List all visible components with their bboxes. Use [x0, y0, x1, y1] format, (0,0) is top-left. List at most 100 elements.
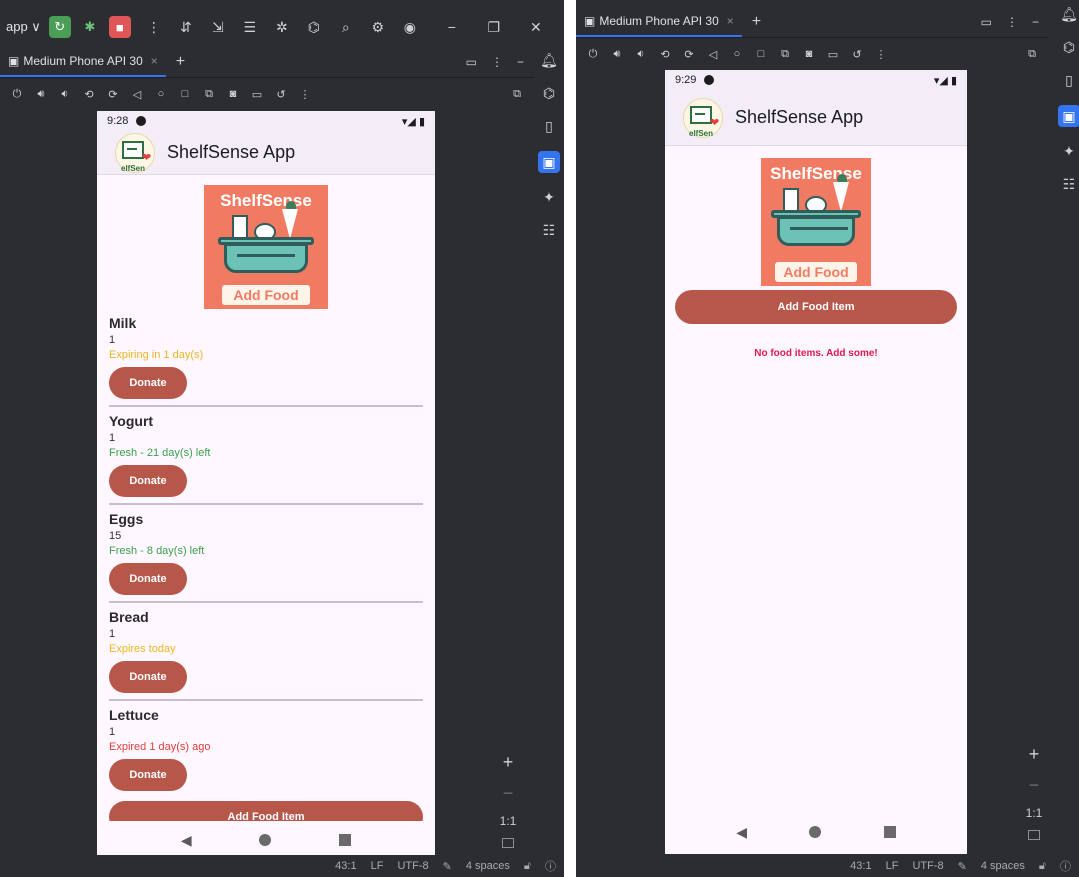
gradle-icon[interactable]: ⌬ [1063, 39, 1075, 56]
indent-setting[interactable]: 4 spaces [981, 860, 1025, 872]
apply-code-icon[interactable]: ⇲ [209, 19, 227, 36]
power-icon[interactable]: ⏻ [10, 88, 24, 101]
rotate-right-icon[interactable]: ⟳ [682, 48, 696, 61]
options-icon[interactable]: ⋮ [1006, 15, 1018, 29]
settings-icon[interactable]: ⚙ [369, 19, 387, 36]
back-icon[interactable]: ◁ [130, 88, 144, 101]
add-tab-icon[interactable]: + [752, 13, 761, 31]
hide-icon[interactable]: − [1032, 15, 1039, 29]
run-config-selector[interactable]: app ∨ [6, 19, 41, 35]
bug-icon[interactable]: ✲ [273, 19, 291, 36]
back-icon[interactable]: ◁ [706, 48, 720, 61]
donate-button[interactable]: Donate [109, 367, 187, 399]
cursor-position[interactable]: 43:1 [335, 860, 356, 872]
close-tab-icon[interactable]: × [727, 14, 734, 28]
stop-icon[interactable]: ■ [108, 16, 131, 38]
device-icon[interactable]: ⌬ [305, 19, 323, 36]
home-icon[interactable]: ○ [154, 88, 168, 100]
file-encoding[interactable]: UTF-8 [912, 860, 943, 872]
device-frame-icon[interactable]: ⧉ [1025, 48, 1039, 61]
edit-icon[interactable]: ✎ [958, 860, 967, 873]
gemini-icon[interactable]: ✦ [1063, 143, 1075, 160]
file-encoding[interactable]: UTF-8 [397, 860, 428, 872]
undo-icon[interactable]: ↺ [274, 88, 288, 101]
tab-medium-phone[interactable]: ▣ Medium Phone API 30 × [576, 6, 742, 37]
rotate-right-icon[interactable]: ⟳ [106, 88, 120, 101]
donate-button[interactable]: Donate [109, 563, 187, 595]
zoom-in-button[interactable]: + [1029, 744, 1040, 765]
gradle-icon[interactable]: ⌬ [543, 85, 555, 102]
device-manager-icon[interactable]: ▯ [545, 118, 553, 135]
undo-icon[interactable]: ↺ [850, 48, 864, 61]
search-icon[interactable]: ⌕ [337, 19, 355, 36]
edit-icon[interactable]: ✎ [443, 860, 452, 873]
fold-icon[interactable]: ⧉ [202, 88, 216, 101]
structure-icon[interactable]: ☷ [543, 222, 556, 239]
add-food-image-button[interactable]: ShelfSense Add Food [204, 185, 328, 309]
volume-down-icon[interactable]: 🔉︎ [58, 88, 72, 101]
device-frame-icon[interactable]: ⧉ [510, 88, 524, 101]
account-icon[interactable]: ◉ [401, 19, 419, 36]
rotate-left-icon[interactable]: ⟲ [658, 48, 672, 61]
fold-icon[interactable]: ⧉ [778, 48, 792, 61]
options-icon[interactable]: ⋮ [491, 55, 503, 69]
device-manager-icon[interactable]: ▯ [1065, 72, 1073, 89]
apply-changes-icon[interactable]: ⇵ [177, 19, 195, 36]
volume-up-icon[interactable]: 🔊︎ [34, 88, 48, 101]
line-separator[interactable]: LF [886, 860, 899, 872]
overview-icon[interactable]: □ [754, 48, 768, 60]
close-tab-icon[interactable]: × [151, 54, 158, 68]
info-icon[interactable]: ⓘ [1060, 858, 1071, 874]
fit-screen-icon[interactable] [502, 838, 514, 848]
window-icon[interactable]: ▭ [466, 55, 477, 69]
notifications-icon[interactable]: 🔔︎ [1060, 6, 1078, 23]
tab-medium-phone[interactable]: ▣ Medium Phone API 30 × [0, 46, 166, 77]
add-tab-icon[interactable]: + [176, 53, 185, 71]
zoom-out-button[interactable]: − [1029, 775, 1040, 796]
donate-button[interactable]: Donate [109, 759, 187, 791]
more-controls-icon[interactable]: ⋮ [298, 88, 312, 101]
nav-recents-icon[interactable] [339, 834, 352, 846]
zoom-ratio-button[interactable]: 1:1 [500, 814, 517, 828]
indent-setting[interactable]: 4 spaces [466, 860, 510, 872]
volume-up-icon[interactable]: 🔊︎ [610, 48, 624, 61]
line-separator[interactable]: LF [371, 860, 384, 872]
info-icon[interactable]: ⓘ [545, 858, 556, 874]
close-window-icon[interactable]: ✕ [527, 19, 545, 36]
camera-icon[interactable]: ◙ [226, 88, 240, 100]
more-icon[interactable]: ⋮ [145, 19, 163, 36]
power-icon[interactable]: ⏻ [586, 48, 600, 61]
running-devices-icon[interactable]: ▣ [1058, 105, 1079, 127]
add-food-item-button[interactable]: Add Food Item [675, 290, 957, 324]
layout-icon[interactable]: ☰ [241, 19, 259, 36]
nav-recents-icon[interactable] [883, 826, 896, 838]
donate-button[interactable]: Donate [109, 465, 187, 497]
rerun-icon[interactable]: ↻ [48, 16, 71, 38]
nav-home-icon[interactable] [259, 834, 272, 846]
record-icon[interactable]: ▭ [826, 48, 840, 61]
nav-home-icon[interactable] [809, 826, 822, 838]
fit-screen-icon[interactable] [1028, 830, 1040, 840]
volume-down-icon[interactable]: 🔉︎ [634, 48, 648, 61]
nav-back-icon[interactable]: ◀ [736, 824, 747, 841]
overview-icon[interactable]: □ [178, 88, 192, 100]
add-food-image-button[interactable]: ShelfSense Add Food [761, 158, 871, 286]
notifications-icon[interactable]: 🔔︎ [540, 52, 558, 69]
camera-icon[interactable]: ◙ [802, 48, 816, 60]
nav-back-icon[interactable]: ◀ [181, 832, 192, 849]
rotate-left-icon[interactable]: ⟲ [82, 88, 96, 101]
zoom-out-button[interactable]: − [503, 783, 514, 804]
home-icon[interactable]: ○ [730, 48, 744, 60]
more-controls-icon[interactable]: ⋮ [874, 48, 888, 61]
window-icon[interactable]: ▭ [981, 15, 992, 29]
gemini-icon[interactable]: ✦ [543, 189, 555, 206]
minimize-icon[interactable]: − [443, 19, 461, 35]
lock-icon[interactable]: 🔓︎ [1039, 860, 1046, 873]
running-devices-icon[interactable]: ▣ [538, 151, 560, 173]
zoom-in-button[interactable]: + [503, 752, 514, 773]
lock-icon[interactable]: 🔓︎ [524, 860, 531, 873]
debug-icon[interactable]: ✱ [79, 16, 101, 38]
structure-icon[interactable]: ☷ [1063, 176, 1076, 193]
zoom-ratio-button[interactable]: 1:1 [1026, 806, 1043, 820]
cursor-position[interactable]: 43:1 [850, 860, 871, 872]
